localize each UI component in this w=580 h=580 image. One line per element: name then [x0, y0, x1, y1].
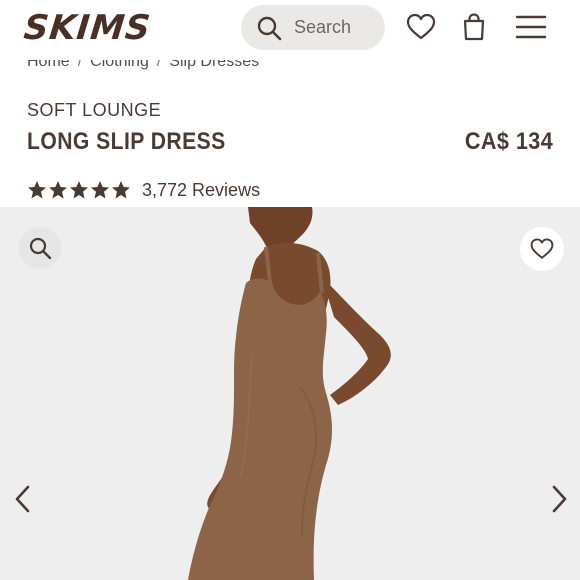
- breadcrumb-slip-dresses[interactable]: Slip Dresses: [169, 60, 259, 70]
- breadcrumb-clothing[interactable]: Clothing: [90, 60, 149, 70]
- product-title: LONG SLIP DRESS: [27, 128, 226, 155]
- product-price: CA$ 134: [464, 128, 553, 155]
- product-image-gallery[interactable]: [0, 207, 580, 580]
- zoom-button[interactable]: [19, 227, 61, 269]
- breadcrumb-home[interactable]: Home: [27, 60, 70, 70]
- add-to-wishlist-button[interactable]: [520, 227, 564, 271]
- shopping-bag-icon[interactable]: [459, 12, 489, 42]
- heart-icon[interactable]: [406, 12, 436, 42]
- star-icon: [112, 181, 130, 199]
- review-count[interactable]: 3,772 Reviews: [142, 180, 260, 201]
- breadcrumb-separator: /: [156, 60, 162, 70]
- skims-logo[interactable]: SKIMS: [22, 8, 153, 48]
- star-icon: [28, 181, 46, 199]
- search-placeholder: Search: [294, 17, 352, 37]
- menu-icon[interactable]: [515, 12, 547, 42]
- star-icon: [91, 181, 109, 199]
- zoom-icon: [29, 237, 52, 260]
- heart-icon: [530, 238, 554, 259]
- star-rating: [27, 180, 131, 200]
- search-bar[interactable]: Search: [241, 5, 385, 50]
- breadcrumb-separator: /: [77, 60, 83, 70]
- chevron-right-icon[interactable]: [546, 483, 572, 515]
- site-header: SKIMS Search: [0, 0, 580, 56]
- star-icon: [70, 181, 88, 199]
- product-image: [0, 207, 580, 580]
- breadcrumb: Home / Clothing / Slip Dresses: [27, 60, 259, 80]
- star-icon: [49, 181, 67, 199]
- chevron-left-icon[interactable]: [10, 483, 36, 515]
- product-collection: SOFT LOUNGE: [27, 100, 162, 120]
- search-icon: [257, 16, 282, 41]
- product-rating[interactable]: 3,772 Reviews: [27, 178, 260, 202]
